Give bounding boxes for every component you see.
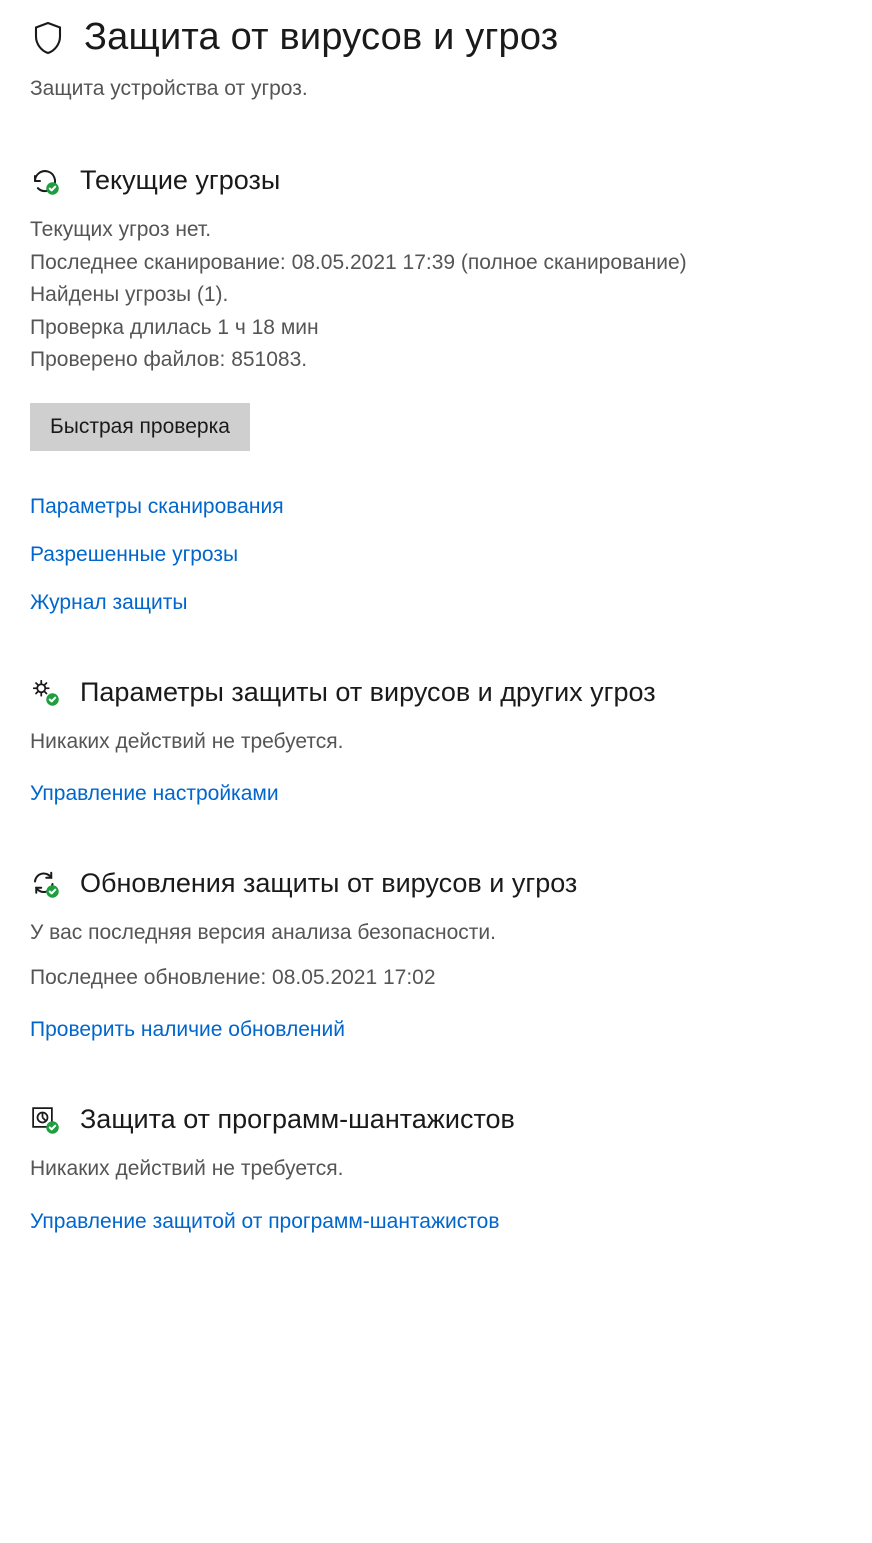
protection-settings-section: Параметры защиты от вирусов и других угр…: [30, 677, 842, 807]
protection-settings-title: Параметры защиты от вирусов и других угр…: [80, 677, 656, 708]
ransomware-status: Никаких действий не требуется.: [30, 1153, 842, 1186]
updates-status: У вас последняя версия анализа безопасно…: [30, 917, 842, 950]
refresh-check-icon: [30, 869, 60, 899]
page-title: Защита от вирусов и угроз: [84, 16, 558, 59]
last-update-text: Последнее обновление: 08.05.2021 17:02: [30, 962, 842, 995]
scan-options-link[interactable]: Параметры сканирования: [30, 495, 284, 519]
ransomware-section: Защита от программ-шантажистов Никаких д…: [30, 1104, 842, 1234]
check-updates-link[interactable]: Проверить наличие обновлений: [30, 1018, 345, 1042]
updates-header: Обновления защиты от вирусов и угроз: [30, 868, 842, 899]
gear-check-icon: [30, 677, 60, 707]
ransomware-check-icon: [30, 1105, 60, 1135]
files-checked-text: Проверено файлов: 851083.: [30, 344, 842, 377]
quick-scan-button[interactable]: Быстрая проверка: [30, 403, 250, 451]
current-threats-title: Текущие угрозы: [80, 165, 280, 196]
scan-duration-text: Проверка длилась 1 ч 18 мин: [30, 312, 842, 345]
page-header: Защита от вирусов и угроз: [30, 16, 842, 59]
manage-ransomware-link[interactable]: Управление защитой от программ-шантажист…: [30, 1210, 500, 1234]
manage-settings-link[interactable]: Управление настройками: [30, 782, 279, 806]
page-subtitle: Защита устройства от угроз.: [30, 77, 842, 101]
current-threats-header: Текущие угрозы: [30, 165, 842, 196]
shield-icon: [30, 20, 66, 56]
protection-history-link[interactable]: Журнал защиты: [30, 591, 188, 615]
updates-section: Обновления защиты от вирусов и угроз У в…: [30, 868, 842, 1042]
found-threats-text: Найдены угрозы (1).: [30, 279, 842, 312]
protection-settings-header: Параметры защиты от вирусов и других угр…: [30, 677, 842, 708]
updates-title: Обновления защиты от вирусов и угроз: [80, 868, 577, 899]
ransomware-title: Защита от программ-шантажистов: [80, 1104, 515, 1135]
current-threats-section: Текущие угрозы Текущих угроз нет. Послед…: [30, 165, 842, 615]
history-check-icon: [30, 166, 60, 196]
protection-settings-status: Никаких действий не требуется.: [30, 726, 842, 759]
ransomware-header: Защита от программ-шантажистов: [30, 1104, 842, 1135]
last-scan-text: Последнее сканирование: 08.05.2021 17:39…: [30, 247, 842, 280]
no-threats-text: Текущих угроз нет.: [30, 214, 842, 247]
allowed-threats-link[interactable]: Разрешенные угрозы: [30, 543, 238, 567]
